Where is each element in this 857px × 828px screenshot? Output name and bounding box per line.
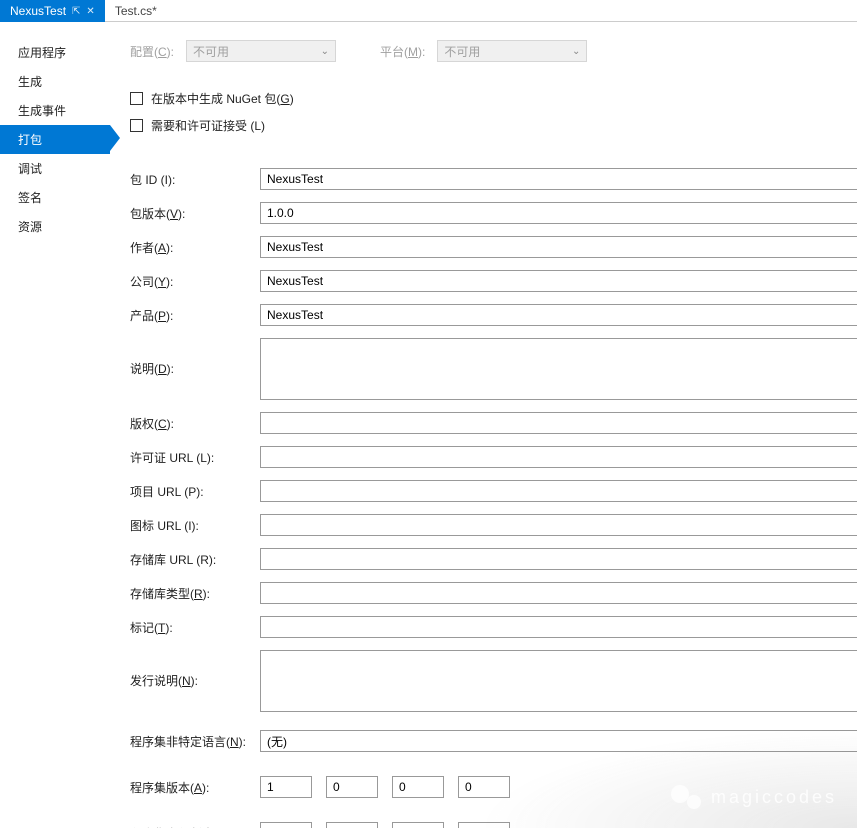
checkbox-require-license-label: 需要和许可证接受 (L) — [151, 117, 265, 134]
input-project-url[interactable] — [260, 480, 857, 502]
row-copyright: 版权(C): — [130, 412, 857, 434]
row-package-id: 包 ID (I): — [130, 168, 857, 190]
tab-testcs[interactable]: Test.cs* — [105, 0, 167, 22]
label-company: 公司(Y): — [130, 273, 260, 290]
input-package-id[interactable] — [260, 168, 857, 190]
label-copyright: 版权(C): — [130, 415, 260, 432]
label-repo-url: 存储库 URL (R): — [130, 551, 260, 568]
tab-nexustest[interactable]: NexusTest ⇱ ✕ — [0, 0, 105, 22]
platform-label: 平台(M): — [380, 43, 425, 60]
row-repo-url: 存储库 URL (R): — [130, 548, 857, 570]
input-icon-url[interactable] — [260, 514, 857, 536]
input-author[interactable] — [260, 236, 857, 258]
label-repo-type: 存储库类型(R): — [130, 585, 260, 602]
input-repo-type[interactable] — [260, 582, 857, 604]
label-assembly-version: 程序集版本(A): — [130, 779, 260, 796]
label-license-url: 许可证 URL (L): — [130, 449, 260, 466]
checkbox-require-license-row: 需要和许可证接受 (L) — [130, 117, 857, 134]
row-tags: 标记(T): — [130, 616, 857, 638]
input-license-url[interactable] — [260, 446, 857, 468]
chevron-down-icon: ⌄ — [321, 46, 329, 57]
pin-icon[interactable]: ⇱ — [72, 6, 80, 17]
row-package-version: 包版本(V): — [130, 202, 857, 224]
checkbox-generate-nuget-label: 在版本中生成 NuGet 包(G) — [151, 90, 294, 107]
platform-dropdown: 不可用 ⌄ — [437, 40, 587, 62]
label-author: 作者(A): — [130, 239, 260, 256]
input-repo-url[interactable] — [260, 548, 857, 570]
checkbox-require-license[interactable] — [130, 119, 143, 132]
input-neutral-lang[interactable] — [260, 730, 857, 752]
label-tags: 标记(T): — [130, 619, 260, 636]
config-dropdown: 不可用 ⌄ — [186, 40, 336, 62]
row-icon-url: 图标 URL (I): — [130, 514, 857, 536]
tab-label: Test.cs* — [115, 4, 157, 18]
checkbox-generate-nuget[interactable] — [130, 92, 143, 105]
main-area: 应用程序 生成 生成事件 打包 调试 签名 资源 配置(C): 不可用 ⌄ 平台… — [0, 22, 857, 828]
tabs-bar: NexusTest ⇱ ✕ Test.cs* — [0, 0, 857, 22]
row-license-url: 许可证 URL (L): — [130, 446, 857, 468]
sidebar-item-app[interactable]: 应用程序 — [0, 38, 110, 67]
row-project-url: 项目 URL (P): — [130, 480, 857, 502]
sidebar-item-debug[interactable]: 调试 — [0, 154, 110, 183]
config-label: 配置(C): — [130, 43, 174, 60]
label-description: 说明(D): — [130, 338, 260, 377]
label-neutral-lang: 程序集非特定语言(N): — [130, 733, 260, 750]
label-release-notes: 发行说明(N): — [130, 650, 260, 689]
input-file-version-rev[interactable] — [458, 822, 510, 828]
row-product: 产品(P): — [130, 304, 857, 326]
label-icon-url: 图标 URL (I): — [130, 517, 260, 534]
input-file-version-build[interactable] — [392, 822, 444, 828]
close-icon[interactable]: ✕ — [86, 6, 94, 17]
input-description[interactable] — [260, 338, 857, 400]
sidebar-item-resources[interactable]: 资源 — [0, 212, 110, 241]
input-tags[interactable] — [260, 616, 857, 638]
label-package-id: 包 ID (I): — [130, 171, 260, 188]
config-platform-row: 配置(C): 不可用 ⌄ 平台(M): 不可用 ⌄ — [130, 40, 857, 62]
input-company[interactable] — [260, 270, 857, 292]
input-release-notes[interactable] — [260, 650, 857, 712]
label-package-version: 包版本(V): — [130, 205, 260, 222]
chevron-down-icon: ⌄ — [572, 46, 580, 57]
label-project-url: 项目 URL (P): — [130, 483, 260, 500]
row-release-notes: 发行说明(N): — [130, 650, 857, 712]
assembly-version-group — [260, 776, 510, 798]
sidebar: 应用程序 生成 生成事件 打包 调试 签名 资源 — [0, 22, 110, 828]
sidebar-item-build-events[interactable]: 生成事件 — [0, 96, 110, 125]
row-assembly-version: 程序集版本(A): — [130, 776, 857, 798]
input-assembly-version-build[interactable] — [392, 776, 444, 798]
input-assembly-version-rev[interactable] — [458, 776, 510, 798]
row-description: 说明(D): — [130, 338, 857, 400]
input-file-version-minor[interactable] — [326, 822, 378, 828]
row-author: 作者(A): — [130, 236, 857, 258]
label-file-version: 程序集文件版本(F): — [130, 825, 260, 828]
label-product: 产品(P): — [130, 307, 260, 324]
row-repo-type: 存储库类型(R): — [130, 582, 857, 604]
input-package-version[interactable] — [260, 202, 857, 224]
input-file-version-major[interactable] — [260, 822, 312, 828]
input-assembly-version-minor[interactable] — [326, 776, 378, 798]
row-file-version: 程序集文件版本(F): — [130, 822, 857, 828]
sidebar-item-package[interactable]: 打包 — [0, 125, 110, 154]
checkbox-generate-nuget-row: 在版本中生成 NuGet 包(G) — [130, 90, 857, 107]
tab-label: NexusTest — [10, 4, 66, 18]
sidebar-item-signing[interactable]: 签名 — [0, 183, 110, 212]
content-panel: 配置(C): 不可用 ⌄ 平台(M): 不可用 ⌄ 在版本中生成 NuGet 包… — [110, 22, 857, 828]
row-neutral-lang: 程序集非特定语言(N): — [130, 730, 857, 752]
input-copyright[interactable] — [260, 412, 857, 434]
sidebar-item-build[interactable]: 生成 — [0, 67, 110, 96]
input-product[interactable] — [260, 304, 857, 326]
row-company: 公司(Y): — [130, 270, 857, 292]
input-assembly-version-major[interactable] — [260, 776, 312, 798]
file-version-group — [260, 822, 510, 828]
